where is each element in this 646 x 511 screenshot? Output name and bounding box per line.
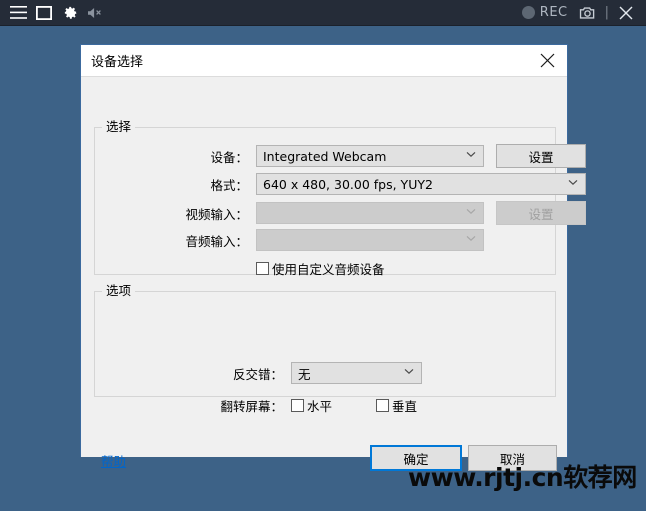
custom-audio-checkbox[interactable]: 使用自定义音频设备 <box>256 259 385 278</box>
label-format: 格式： <box>210 177 248 193</box>
flip-vertical-checkbox-box <box>376 399 390 412</box>
format-combobox-value: 640 x 480, 30.00 fps, YUY2 <box>263 176 433 192</box>
label-flip-screen: 翻转屏幕： <box>220 399 283 414</box>
chevron-down-icon <box>466 151 476 161</box>
record-dot-icon <box>521 6 535 19</box>
audio-input-combobox[interactable] <box>256 229 484 251</box>
flip-horizontal-checkbox[interactable]: 水平 <box>291 396 332 415</box>
row-format: 格式： 640 x 480, 30.00 fps, YUY2 <box>196 173 586 195</box>
device-settings-label: 设置 <box>528 149 554 165</box>
flip-horizontal-label: 水平 <box>307 399 333 414</box>
dialog-body: 选择 设备： Integrated Webcam 设置 格式： 640 x 48… <box>81 77 586 471</box>
row-video-input: 视频输入： 设置 <box>170 201 586 225</box>
camera-icon[interactable] <box>576 1 600 25</box>
group-options-legend: 选项 <box>102 283 136 299</box>
row-audio-input: 音频输入： <box>170 229 484 251</box>
custom-audio-checkbox-label: 使用自定义音频设备 <box>272 262 385 277</box>
close-icon[interactable] <box>614 1 638 25</box>
custom-audio-checkbox-box <box>256 262 269 275</box>
row-deinterlace: 反交错： 无 <box>217 362 422 384</box>
menu-icon[interactable] <box>6 1 30 25</box>
device-selection-dialog: 设备选择 选择 设备： Integrated Webcam 设置 格式： 640… <box>80 44 586 471</box>
row-flip-screen: 翻转屏幕： 水平 垂直 <box>204 396 417 415</box>
toolbar-separator: | <box>604 5 609 20</box>
chevron-down-icon <box>404 368 414 378</box>
video-input-settings-button: 设置 <box>496 201 586 225</box>
chevron-down-icon <box>568 179 578 189</box>
device-combobox[interactable]: Integrated Webcam <box>256 145 484 167</box>
video-input-settings-label: 设置 <box>528 206 554 222</box>
app-root: REC | 设备选择 选择 设备： Integrated Webcam 设置 格… <box>0 0 646 511</box>
dialog-title: 设备选择 <box>91 55 144 70</box>
toolbar-left-group <box>0 1 108 25</box>
toolbar-right-group: REC | <box>521 1 646 25</box>
flip-vertical-checkbox[interactable]: 垂直 <box>376 396 417 415</box>
region-icon[interactable] <box>32 1 56 25</box>
device-settings-button[interactable]: 设置 <box>496 144 586 168</box>
flip-vertical-label: 垂直 <box>392 399 418 414</box>
dialog-close-icon[interactable] <box>527 45 567 76</box>
deinterlace-combobox-value: 无 <box>298 366 311 382</box>
label-audio-input: 音频输入： <box>185 233 248 249</box>
label-deinterlace: 反交错： <box>232 366 283 382</box>
record-button[interactable]: REC <box>521 5 568 20</box>
speaker-mute-icon[interactable] <box>84 1 108 25</box>
video-input-combobox[interactable] <box>256 202 484 224</box>
deinterlace-combobox[interactable]: 无 <box>291 362 422 384</box>
label-video-input: 视频输入： <box>185 206 248 222</box>
row-custom-audio: 使用自定义音频设备 <box>256 259 385 278</box>
format-combobox[interactable]: 640 x 480, 30.00 fps, YUY2 <box>256 173 586 195</box>
label-device: 设备： <box>210 149 248 165</box>
record-label: REC <box>539 5 568 20</box>
device-combobox-value: Integrated Webcam <box>263 148 387 164</box>
chevron-down-icon <box>466 208 476 218</box>
watermark: www.rjtj.cn软荐网 <box>408 463 637 492</box>
dialog-titlebar: 设备选择 <box>81 45 567 77</box>
row-device: 设备： Integrated Webcam 设置 <box>196 144 586 168</box>
group-select-legend: 选择 <box>102 119 136 135</box>
help-link[interactable]: 帮助 <box>101 451 126 470</box>
flip-horizontal-checkbox-box <box>291 399 304 412</box>
chevron-down-icon <box>466 235 476 245</box>
gear-icon[interactable] <box>58 1 82 25</box>
app-toolbar: REC | <box>0 0 646 26</box>
